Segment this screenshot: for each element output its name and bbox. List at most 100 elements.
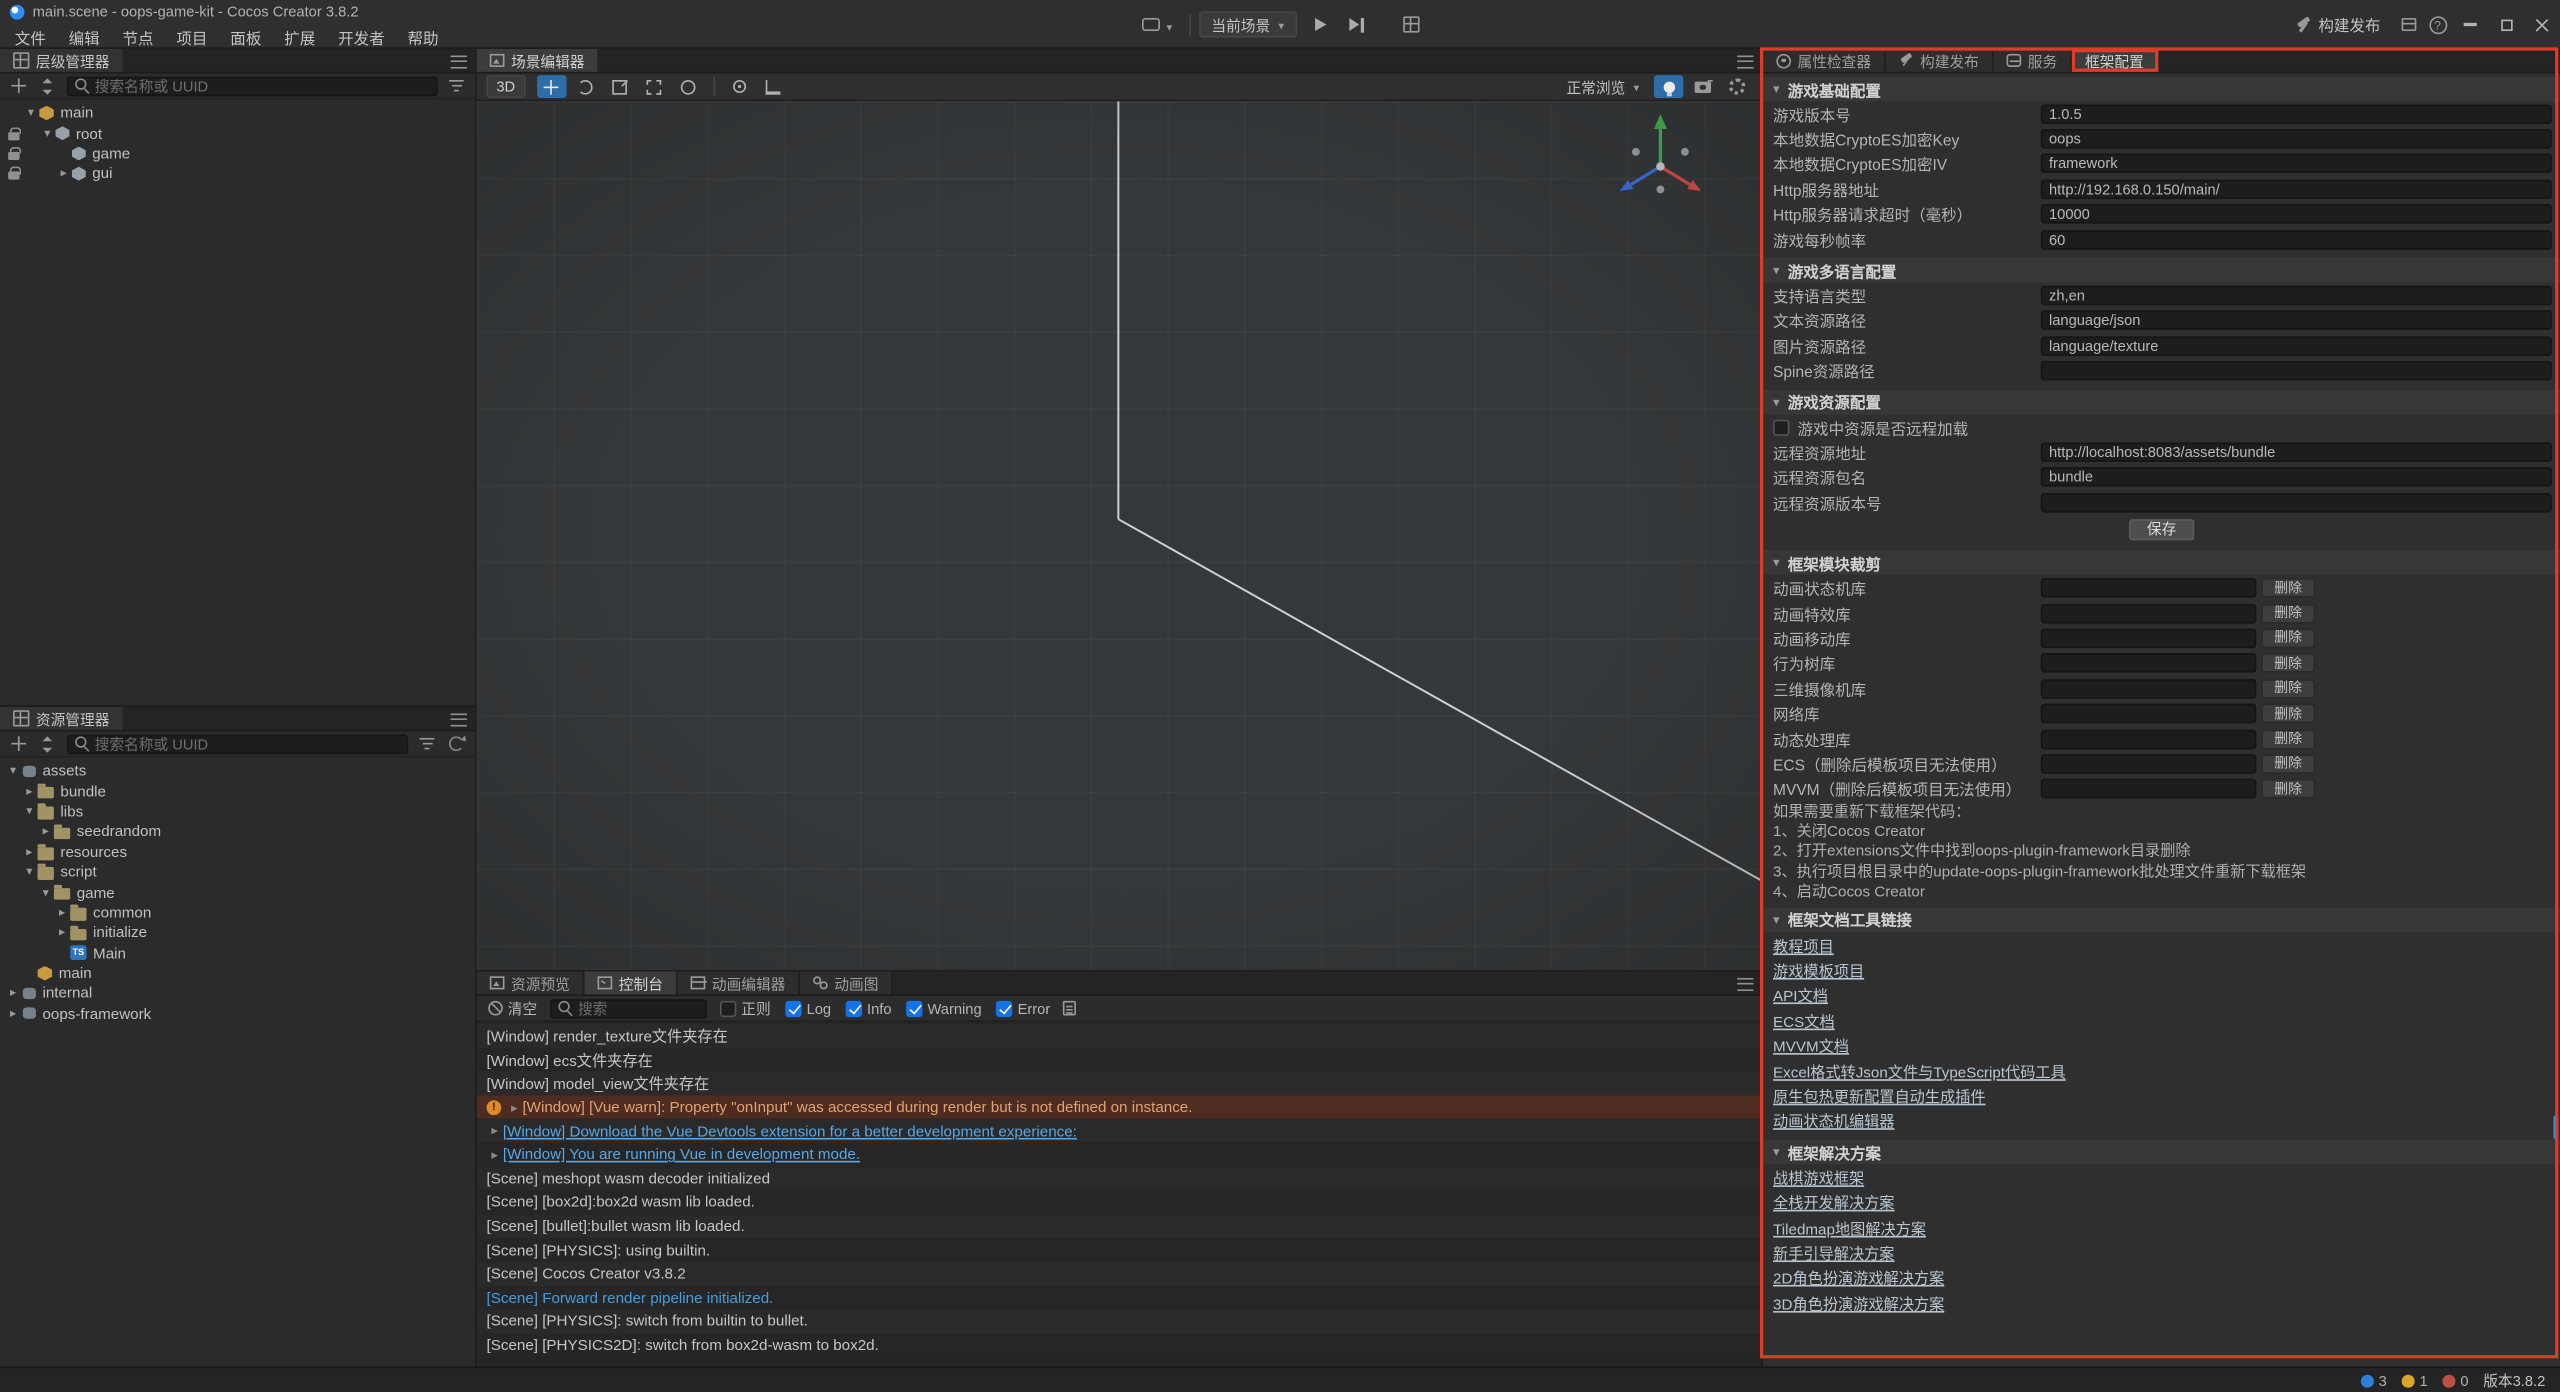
section-header[interactable]: 游戏多语言配置 — [1763, 259, 2560, 283]
expand-caret[interactable] — [21, 862, 37, 882]
doc-link[interactable]: 动画状态机编辑器 — [1773, 1109, 1894, 1132]
property-input[interactable] — [2041, 468, 2552, 488]
assets-search-input[interactable] — [95, 736, 400, 752]
console-filter-warning[interactable]: Warning — [906, 1000, 981, 1016]
refresh-assets-button[interactable] — [446, 733, 467, 754]
doc-link[interactable]: 游戏模板项目 — [1773, 958, 1864, 981]
menu-item[interactable]: 项目 — [165, 24, 219, 48]
inspector-tab[interactable]: 构建发布 — [1886, 49, 1994, 72]
doc-link[interactable]: ECS文档 — [1773, 1009, 1835, 1032]
doc-link[interactable]: 教程项目 — [1773, 933, 1834, 956]
console-log-row[interactable]: [Scene] Forward render pipeline initiali… — [477, 1286, 1762, 1310]
move-tool-button[interactable] — [536, 75, 565, 98]
orientation-gizmo[interactable] — [1605, 108, 1719, 222]
property-input[interactable] — [2041, 204, 2552, 224]
expand-caret[interactable] — [487, 1124, 503, 1139]
hierarchy-search-input[interactable] — [95, 78, 430, 94]
delete-module-button[interactable]: 删除 — [2261, 754, 2315, 774]
export-log-button[interactable] — [1063, 1000, 1076, 1016]
console-search-input[interactable] — [578, 1000, 699, 1016]
collapse-caret[interactable] — [1773, 393, 1780, 411]
error-count[interactable]: 0 — [2442, 1372, 2468, 1388]
scene-viewport[interactable] — [477, 101, 1762, 970]
menu-item[interactable]: 节点 — [111, 24, 165, 48]
preview-target-select[interactable] — [1134, 11, 1181, 37]
expand-caret[interactable] — [21, 781, 37, 801]
delete-module-button[interactable]: 删除 — [2261, 704, 2315, 724]
mode-3d-button[interactable]: 3D — [487, 75, 525, 98]
collapse-caret[interactable] — [1773, 262, 1780, 280]
expand-caret[interactable] — [38, 882, 54, 902]
module-input[interactable] — [2041, 679, 2257, 699]
doc-link[interactable]: Tiledmap地图解决方案 — [1773, 1216, 1926, 1239]
assets-tab[interactable]: 资源管理器 — [0, 707, 122, 730]
console-search-box[interactable] — [550, 998, 707, 1018]
expand-caret[interactable] — [5, 761, 21, 781]
checkbox-log[interactable] — [785, 1000, 801, 1016]
assets-search-box[interactable] — [67, 734, 408, 754]
asset-node[interactable]: internal — [0, 983, 475, 1003]
sort-button[interactable] — [38, 75, 59, 96]
panel-menu-icon[interactable] — [451, 713, 467, 726]
menu-item[interactable]: 扩展 — [273, 24, 327, 48]
delete-module-button[interactable]: 删除 — [2261, 679, 2315, 699]
create-asset-button[interactable] — [8, 733, 29, 754]
expand-caret[interactable] — [487, 1147, 503, 1162]
console-log-row[interactable]: [Window] Download the Vue Devtools exten… — [477, 1119, 1762, 1143]
property-input[interactable] — [2041, 442, 2552, 462]
collapse-caret[interactable] — [1773, 554, 1780, 572]
asset-node[interactable]: script — [0, 862, 475, 882]
console-log-row[interactable]: [Scene] [PHYSICS2D]: switch from box2d-w… — [477, 1333, 1762, 1357]
inspector-tab[interactable]: 属性检查器 — [1763, 49, 1885, 72]
console-log-row[interactable]: [Scene] Cocos Creator v3.8.2 — [477, 1262, 1762, 1286]
asset-node[interactable]: initialize — [0, 923, 475, 943]
console-filter-regex[interactable]: 正则 — [720, 998, 771, 1019]
lock-icon[interactable] — [8, 172, 19, 180]
console-tab[interactable]: 动画图 — [800, 971, 893, 994]
expand-caret[interactable] — [21, 842, 37, 862]
section-header[interactable]: 框架文档工具链接 — [1763, 908, 2560, 932]
property-input[interactable] — [2041, 311, 2552, 331]
expand-caret[interactable] — [54, 923, 70, 943]
scene-editor-tab[interactable]: 场景编辑器 — [477, 49, 599, 72]
delete-module-button[interactable]: 删除 — [2261, 729, 2315, 749]
console-log-row[interactable]: [Window] ecs文件夹存在 — [477, 1047, 1762, 1071]
hierarchy-node[interactable]: game — [0, 143, 475, 163]
layout-button[interactable] — [1397, 10, 1426, 39]
property-input[interactable] — [2041, 179, 2552, 199]
camera-settings-button[interactable] — [1688, 75, 1717, 98]
console-log-row[interactable]: [Scene] [PHYSICS]: switch from builtin t… — [477, 1310, 1762, 1334]
play-button[interactable] — [1305, 10, 1334, 39]
doc-link[interactable]: 2D角色扮演游戏解决方案 — [1773, 1266, 1944, 1289]
console-filter-info[interactable]: Info — [846, 1000, 892, 1016]
module-input[interactable] — [2041, 603, 2257, 623]
doc-link[interactable]: Excel格式转Json文件与TypeScript代码工具 — [1773, 1059, 2066, 1082]
menu-item[interactable]: 帮助 — [396, 24, 450, 48]
doc-link[interactable]: MVVM文档 — [1773, 1034, 1849, 1057]
property-input[interactable] — [2041, 336, 2552, 356]
clear-console-button[interactable]: 清空 — [488, 998, 537, 1019]
property-input[interactable] — [2041, 230, 2552, 250]
step-button[interactable] — [1343, 10, 1372, 39]
package-button[interactable] — [2393, 10, 2422, 39]
property-input[interactable] — [2041, 493, 2552, 513]
console-log-row[interactable]: [Window] [Vue warn]: Property "onInput" … — [477, 1095, 1762, 1119]
doc-link[interactable]: 战棋游戏框架 — [1773, 1165, 1864, 1188]
console-tab[interactable]: 控制台 — [585, 971, 678, 994]
menu-item[interactable]: 开发者 — [327, 24, 396, 48]
expand-caret[interactable] — [23, 103, 39, 123]
asset-node[interactable]: oops-framework — [0, 1004, 475, 1024]
expand-caret[interactable] — [21, 802, 37, 822]
rotate-tool-button[interactable] — [571, 75, 600, 98]
hierarchy-node[interactable]: main — [0, 103, 475, 123]
create-node-button[interactable] — [8, 75, 29, 96]
delete-module-button[interactable]: 删除 — [2261, 628, 2315, 648]
save-button[interactable]: 保存 — [2129, 519, 2194, 540]
checkbox-info[interactable] — [846, 1000, 862, 1016]
hierarchy-node[interactable]: root — [0, 123, 475, 143]
lock-icon[interactable] — [8, 132, 19, 140]
console-filter-error[interactable]: Error — [996, 1000, 1050, 1016]
property-input[interactable] — [2041, 129, 2552, 149]
console-filter-log[interactable]: Log — [785, 1000, 831, 1016]
doc-link[interactable]: API文档 — [1773, 983, 1828, 1006]
